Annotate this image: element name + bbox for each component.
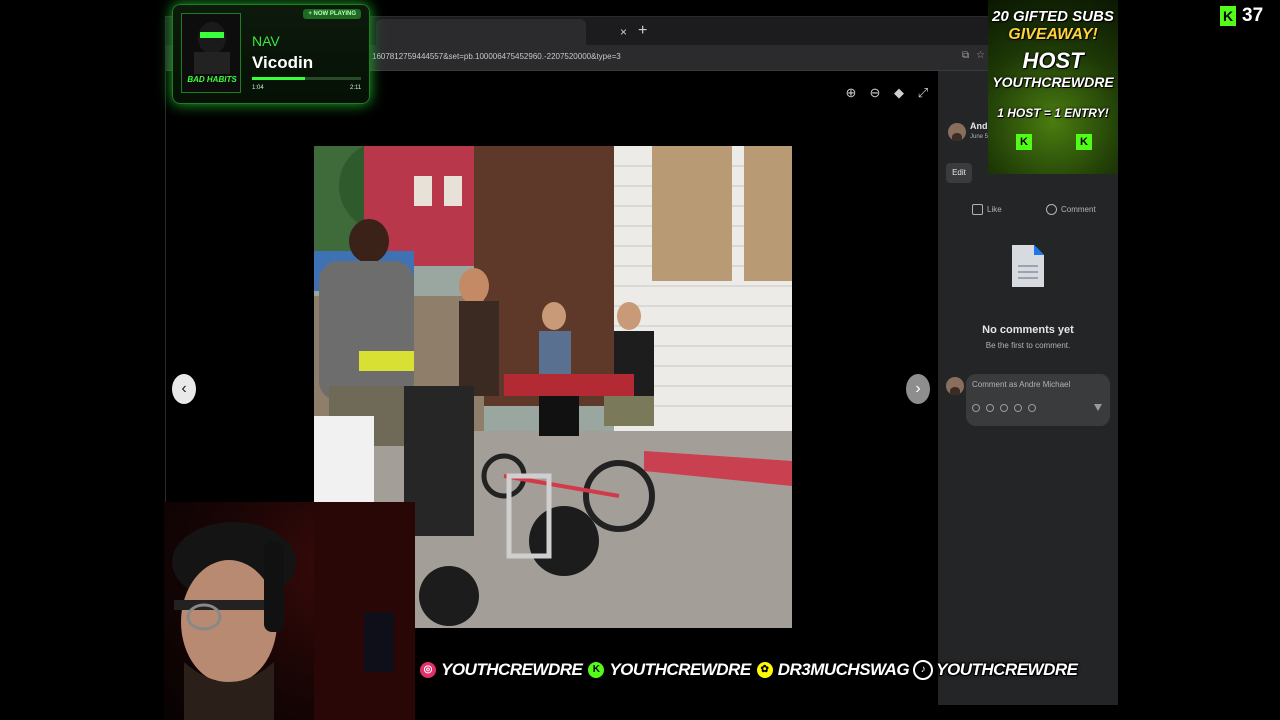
url-text[interactable]: 1607812759444557&set=pb.100006475452960.… [372,52,621,61]
document-icon [1012,245,1044,287]
kick-logo-icon: K [1220,6,1236,26]
comment-tools [972,404,1036,412]
instagram-icon: ◎ [418,660,438,680]
avatar-sticker-icon[interactable] [972,404,980,412]
stream-stage: × + 1607812759444557&set=pb.100006475452… [0,0,1280,720]
comment-input[interactable]: Comment as Andre Michael [966,374,1110,426]
track-name: Vicodin [252,53,314,72]
track-duration: 2:11 [350,85,362,91]
social-handle: YOUTHCREWDRE [609,660,751,679]
now-playing-widget: BAD HABITS + NOW PLAYING NAV Vicodin 1:0… [172,4,370,104]
kick-icon: K [586,660,607,680]
album-cover: BAD HABITS [181,13,241,93]
zoom-in-icon[interactable]: ⊕ [843,85,859,101]
thumbs-up-icon [972,204,983,215]
next-photo-button[interactable]: › [906,374,930,404]
giveaway-banner: 20 GIFTED SUBS GIVEAWAY! HOST YOUTHCREWD… [988,0,1118,174]
speech-bubble-icon [1046,204,1057,215]
tiktok-icon: ♪ [913,660,934,680]
webcam-feed [164,502,415,720]
zoom-out-icon[interactable]: ⊖ [867,85,883,101]
viewer-count: 37 [1242,5,1264,26]
giveaway-line-1: 20 GIFTED SUBS [992,8,1114,25]
album-art-image [194,22,230,74]
fullscreen-icon[interactable]: ⤢ [915,85,931,101]
album-title: BAD HABITS [187,75,237,84]
social-handle: YOUTHCREWDRE [441,660,583,679]
like-label: Like [987,205,1002,214]
giveaway-line-2: GIVEAWAY! [1008,26,1098,43]
snapchat-icon: ✿ [754,660,775,680]
comment-placeholder: Comment as Andre Michael [972,380,1071,389]
social-handle: YOUTHCREWDRE [936,660,1078,679]
track-progress-bar [252,77,361,80]
sticker-icon[interactable] [1028,404,1036,412]
track-progress-fill [252,77,306,80]
like-button[interactable]: Like [972,204,1002,215]
social-handle: DR3MUCHSWAG [777,660,910,679]
social-item: ♪ YOUTHCREWDRE [913,660,1078,680]
new-tab-icon[interactable]: + [638,22,647,40]
kick-badge-right: K [1076,134,1092,150]
now-playing-badge: + NOW PLAYING [303,9,361,19]
camera-icon[interactable] [1000,404,1008,412]
giveaway-line-4: YOUTHCREWDRE [992,74,1114,90]
social-item: ◎ YOUTHCREWDRE [418,660,583,680]
no-comments-subtitle: Be the first to comment. [985,341,1071,350]
tab-close-icon[interactable]: × [620,25,627,39]
no-comments-title: No comments yet [982,324,1074,336]
giveaway-line-3: HOST [1022,48,1084,73]
edit-button[interactable]: Edit [946,163,972,183]
send-icon[interactable] [1094,404,1102,411]
star-icon[interactable]: ☆ [976,50,988,62]
webcam-image [172,502,415,720]
social-item: ✿ DR3MUCHSWAG [754,660,910,680]
poster-avatar[interactable] [948,123,966,141]
emoji-icon[interactable] [986,404,994,412]
post-date[interactable]: June 5 [970,134,988,140]
giveaway-line-5: 1 HOST = 1 ENTRY! [997,106,1109,120]
comment-label: Comment [1061,205,1096,214]
comment-button[interactable]: Comment [1046,204,1096,215]
social-handles-bar: ◎ YOUTHCREWDRE K YOUTHCREWDRE ✿ DR3MUCHSWAG ♪ Y… [418,654,1078,686]
kick-viewer-counter: K 37 [1220,5,1263,27]
active-tab[interactable]: × + [376,19,647,45]
artist-name: NAV [252,33,280,49]
elapsed-time: 1:04 [252,85,264,91]
commenter-avatar [946,377,964,395]
open-tab-icon[interactable]: ⧉ [962,50,974,62]
social-item: K YOUTHCREWDRE [586,660,751,680]
gif-icon[interactable] [1014,404,1022,412]
tag-icon[interactable]: ◆ [891,85,907,101]
kick-badge-left: K [1016,134,1032,150]
previous-photo-button[interactable]: ‹ [172,374,196,404]
